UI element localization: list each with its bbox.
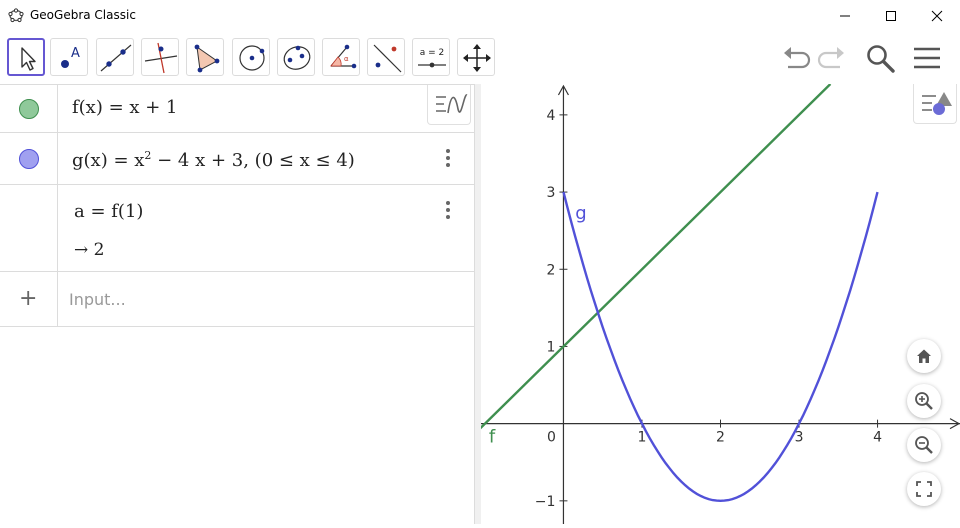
expression-a[interactable]: a = f(1) <box>74 201 143 222</box>
search-icon <box>867 45 895 73</box>
algebra-row-marker <box>0 85 58 132</box>
algebra-row-marker <box>0 133 58 184</box>
slider-tool-button[interactable]: a = 2 <box>412 38 450 76</box>
expression-g-rest: − 4 x + 3, (0 ≤ x ≤ 4) <box>151 150 355 171</box>
algebra-row-marker: + <box>0 272 58 326</box>
algebra-row-g[interactable]: g(x) = x2 − 4 x + 3, (0 ≤ x ≤ 4) <box>0 133 474 185</box>
algebra-row-marker <box>0 185 58 271</box>
svg-text:A: A <box>71 46 80 61</box>
perpendicular-line-icon <box>144 42 178 74</box>
x-tick-label: 2 <box>716 430 725 446</box>
undo-button[interactable] <box>780 42 812 74</box>
cursor-arrow-icon <box>21 47 36 71</box>
fullscreen-button[interactable] <box>907 472 941 506</box>
algebra-input-row[interactable]: + Input... <box>0 272 474 327</box>
redo-icon <box>817 47 844 69</box>
hamburger-menu-icon <box>914 47 940 69</box>
graphics-style-bar-button[interactable] <box>913 84 957 124</box>
x-tick-label: 4 <box>873 430 882 446</box>
slider-tool-label: a = 2 <box>420 48 445 58</box>
label-f[interactable]: f <box>489 427 496 448</box>
visibility-toggle-f[interactable] <box>19 99 39 119</box>
polygon-icon <box>194 44 220 73</box>
search-button[interactable] <box>864 42 896 74</box>
window-title: GeoGebra Classic <box>30 8 136 22</box>
reflect-icon <box>373 44 402 73</box>
graphics-view[interactable]: 0 1 2 3 4 4 3 2 1 −1 f g <box>476 83 960 524</box>
fullscreen-icon <box>916 481 932 497</box>
slider-icon: a = 2 <box>418 48 446 68</box>
add-input-icon[interactable]: + <box>19 286 37 311</box>
row-menu-button[interactable] <box>444 149 452 170</box>
geogebra-logo-icon <box>8 8 24 23</box>
maximize-icon <box>886 10 896 21</box>
angle-tool-button[interactable]: α <box>322 38 360 76</box>
graphics-canvas[interactable]: 0 1 2 3 44321−1 f g <box>476 83 960 524</box>
algebra-view: f(x) = x + 1 g(x) = x2 − 4 x + 3, (0 ≤ x… <box>0 84 474 525</box>
y-tick-label: 1 <box>547 339 556 355</box>
row-menu-button[interactable] <box>444 201 452 222</box>
conic-icon <box>283 45 311 70</box>
tick-labels: 0 1 2 3 44321−1 <box>535 108 882 510</box>
point-tool-button[interactable]: A <box>50 38 88 76</box>
zoom-in-button[interactable] <box>907 384 941 418</box>
main-menu-button[interactable] <box>911 42 943 74</box>
expression-g-main: g(x) = x <box>72 150 145 171</box>
expression-a-result: → 2 <box>74 240 105 260</box>
close-button[interactable] <box>914 0 960 31</box>
home-view-button[interactable] <box>907 339 941 373</box>
line-tool-button[interactable] <box>96 38 134 76</box>
function-g-curve[interactable] <box>562 191 879 503</box>
circle-center-tool-button[interactable] <box>232 38 270 76</box>
algebra-description-icon <box>436 94 468 114</box>
close-icon <box>931 10 943 21</box>
y-tick-label: 4 <box>547 108 556 124</box>
home-icon <box>917 349 931 363</box>
zoom-out-button[interactable] <box>907 428 941 462</box>
function-f-line[interactable] <box>476 83 832 433</box>
title-bar: GeoGebra Classic <box>0 0 960 31</box>
minimize-button[interactable] <box>822 0 868 31</box>
expression-f[interactable]: f(x) = x + 1 <box>72 97 178 118</box>
toolbar: A α a = 2 <box>0 31 960 84</box>
move-graphics-tool-button[interactable] <box>457 38 495 76</box>
move-arrows-icon <box>463 44 491 72</box>
y-tick-label: −1 <box>535 494 556 510</box>
circle-center-icon <box>239 45 265 71</box>
algebra-style-bar-button[interactable] <box>427 85 471 125</box>
algebra-row-a[interactable]: a = f(1) → 2 <box>0 185 474 272</box>
label-g[interactable]: g <box>575 203 586 224</box>
x-tick-label: 0 <box>547 430 556 446</box>
zoom-in-icon <box>915 392 933 410</box>
maximize-button[interactable] <box>868 0 914 31</box>
move-tool-button[interactable] <box>7 38 45 76</box>
svg-text:α: α <box>344 55 349 63</box>
visibility-toggle-g[interactable] <box>19 149 39 169</box>
conic-tool-button[interactable] <box>277 38 315 76</box>
redo-button[interactable] <box>816 42 848 74</box>
view-splitter[interactable] <box>474 84 481 524</box>
algebra-row-f[interactable]: f(x) = x + 1 <box>0 85 474 133</box>
perpendicular-line-tool-button[interactable] <box>141 38 179 76</box>
input-placeholder[interactable]: Input... <box>69 290 126 309</box>
undo-icon <box>784 47 811 69</box>
expression-g[interactable]: g(x) = x2 − 4 x + 3, (0 ≤ x ≤ 4) <box>72 149 355 171</box>
angle-icon: α <box>330 44 357 69</box>
line-icon <box>100 44 132 72</box>
graphics-style-icon <box>922 92 952 115</box>
point-icon: A <box>61 46 80 68</box>
zoom-out-icon <box>915 436 933 454</box>
y-tick-label: 2 <box>547 262 556 278</box>
y-tick-label: 3 <box>547 185 556 201</box>
polygon-tool-button[interactable] <box>186 38 224 76</box>
reflect-tool-button[interactable] <box>367 38 405 76</box>
axes <box>481 84 960 524</box>
minimize-icon <box>840 15 850 16</box>
